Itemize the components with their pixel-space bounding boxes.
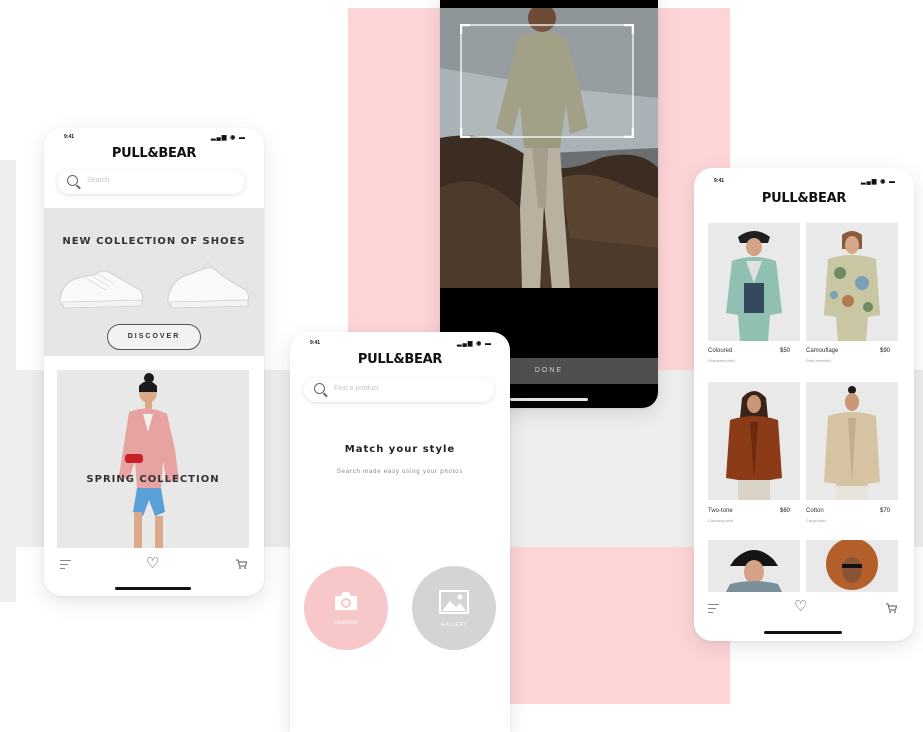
grey-background-strip-left <box>0 160 16 602</box>
home-indicator <box>510 398 588 401</box>
brand-logo: PULL&BEAR <box>111 146 197 161</box>
gallery-button[interactable]: GALLERY <box>412 566 496 650</box>
sneaker-left-image <box>59 270 144 309</box>
search-placeholder: Find a product <box>334 385 379 392</box>
status-bar: 9:41 ▂▄▆ ◉ ▬ <box>64 134 246 144</box>
product-image[interactable] <box>708 382 800 500</box>
search-icon <box>314 383 325 394</box>
product-name: Coloured <box>708 348 733 354</box>
product-name: Camouflage <box>806 348 839 354</box>
model-pink-blazer-image <box>119 373 179 548</box>
product-image[interactable] <box>806 223 898 341</box>
status-icons: ▂▄▆ ◉ ▬ <box>210 135 246 141</box>
match-heading: Match your style <box>344 444 456 455</box>
bottom-nav: ♡ <box>44 550 264 590</box>
product-price: $70 <box>880 508 891 514</box>
status-time: 9:41 <box>310 340 321 346</box>
gallery-label: GALLERY <box>440 622 468 628</box>
product-price: $90 <box>880 348 891 354</box>
bottom-nav: ♡ <box>694 592 914 632</box>
product-subtitle: Print overshirt <box>806 358 831 363</box>
camera-button[interactable]: CAMERA <box>304 566 388 650</box>
status-bar: 9:41 ▂▄▆ ◉ ▬ <box>310 340 492 350</box>
cart-icon[interactable] <box>886 603 897 613</box>
status-icons: ▂▄▆ ◉ ▬ <box>456 341 492 347</box>
model-camouflage-jacket-image <box>824 231 880 341</box>
banner-title: NEW COLLECTION OF SHOES <box>62 236 246 247</box>
product-price: $60 <box>780 508 791 514</box>
shoes-banner[interactable]: NEW COLLECTION OF SHOES DISCOVER <box>44 208 264 356</box>
product-name: Cotton <box>806 508 824 514</box>
sneaker-right-image <box>167 261 250 309</box>
status-icons: ▂▄▆ ◉ ▬ <box>860 179 896 185</box>
model-curly-hair-image <box>826 540 878 590</box>
search-icon <box>67 175 78 186</box>
heart-icon[interactable]: ♡ <box>794 599 807 614</box>
find-product-input[interactable]: Find a product <box>304 378 494 402</box>
status-time: 9:41 <box>714 178 725 184</box>
discover-button[interactable]: DISCOVER <box>107 324 201 350</box>
phone-match-style-screen: 9:41 ▂▄▆ ◉ ▬ PULL&BEAR Find a product Ma… <box>290 332 510 732</box>
phone-home-screen: 9:41 ▂▄▆ ◉ ▬ PULL&BEAR Search NEW COLLEC… <box>44 128 264 596</box>
match-subtitle: Search made easy using your photos <box>336 469 464 475</box>
cart-icon[interactable] <box>236 559 247 569</box>
collection-title: SPRING COLLECTION <box>86 474 220 485</box>
status-bar: 9:41 ▂▄▆ ◉ ▬ <box>714 178 896 188</box>
search-placeholder: Search <box>87 177 110 184</box>
product-subtitle: Corduroy shirt <box>708 518 734 523</box>
gallery-icon <box>439 590 469 614</box>
menu-icon[interactable] <box>60 560 71 569</box>
brand-logo: PULL&BEAR <box>357 352 443 367</box>
heart-icon[interactable]: ♡ <box>146 556 159 571</box>
search-input[interactable]: Search <box>57 170 245 194</box>
product-image[interactable] <box>708 223 800 341</box>
camera-label: CAMERA <box>333 620 359 626</box>
product-image[interactable] <box>806 382 898 500</box>
product-image[interactable] <box>708 540 800 592</box>
camera-icon <box>335 592 357 610</box>
product-subtitle: Cargo shirt <box>806 518 826 523</box>
home-indicator <box>115 587 191 590</box>
phone-products-screen: 9:41 ▂▄▆ ◉ ▬ PULL&BEAR Coloured $50 Over… <box>694 168 914 641</box>
scan-frame-overlay <box>460 24 634 138</box>
model-beige-jacket-image <box>824 386 880 500</box>
model-brown-jacket-image <box>726 391 782 500</box>
model-mint-jacket-image <box>726 231 782 341</box>
brand-logo: PULL&BEAR <box>761 191 847 206</box>
product-subtitle: Oversized shirt <box>708 358 735 363</box>
product-price: $50 <box>780 348 791 354</box>
status-time: 9:41 <box>64 134 75 140</box>
menu-icon[interactable] <box>708 604 719 613</box>
product-name: Two-tone <box>708 508 733 514</box>
spring-collection-tile[interactable]: SPRING COLLECTION <box>57 370 249 548</box>
home-indicator <box>764 631 842 634</box>
model-black-hat-image <box>726 550 782 592</box>
product-image[interactable] <box>806 540 898 592</box>
